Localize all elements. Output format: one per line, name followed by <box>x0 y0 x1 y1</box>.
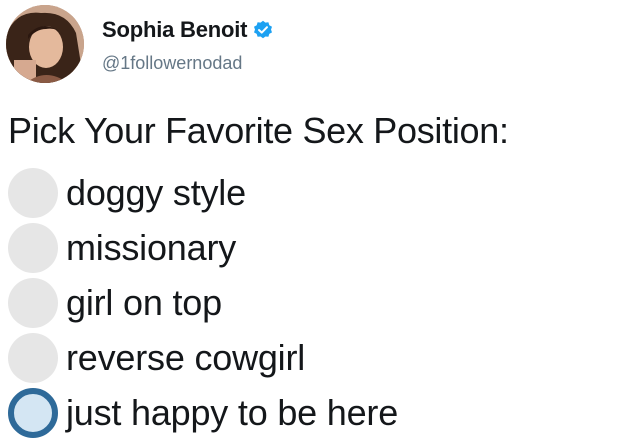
radio-button-unselected[interactable] <box>8 167 58 218</box>
radio-button-unselected[interactable] <box>8 277 58 328</box>
author-handle[interactable]: @1followernodad <box>102 53 242 74</box>
author-display-name[interactable]: Sophia Benoit <box>102 17 247 43</box>
verified-badge-icon <box>253 20 273 40</box>
poll-option[interactable]: girl on top <box>8 275 628 330</box>
poll-options: doggy style missionary girl on top rever… <box>8 165 628 440</box>
poll-option-label: just happy to be here <box>66 391 399 433</box>
poll-question: Pick Your Favorite Sex Position: <box>8 110 509 151</box>
avatar[interactable] <box>6 5 84 83</box>
tweet-header: Sophia Benoit @1followernodad <box>6 5 626 85</box>
poll-option-label: reverse cowgirl <box>66 336 306 378</box>
poll-option[interactable]: missionary <box>8 220 628 275</box>
poll-option-label: girl on top <box>66 281 222 323</box>
author-name-row: Sophia Benoit <box>102 17 273 43</box>
poll-option[interactable]: reverse cowgirl <box>8 330 628 385</box>
poll-option[interactable]: just happy to be here <box>8 385 628 440</box>
tweet: Sophia Benoit @1followernodad Pick Your … <box>0 0 640 445</box>
radio-button-selected[interactable] <box>8 387 58 438</box>
poll-option-label: doggy style <box>66 171 246 213</box>
radio-button-unselected[interactable] <box>8 332 58 383</box>
poll-option-label: missionary <box>66 226 237 268</box>
poll-option[interactable]: doggy style <box>8 165 628 220</box>
radio-button-unselected[interactable] <box>8 222 58 273</box>
avatar-image <box>6 5 84 83</box>
